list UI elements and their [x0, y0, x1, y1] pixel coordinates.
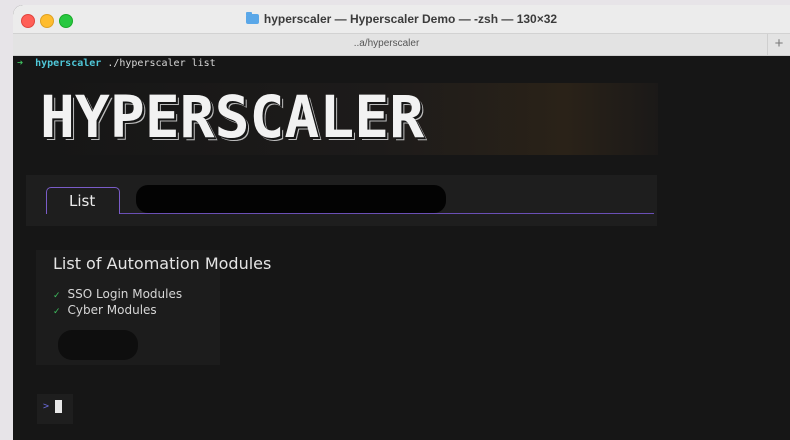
terminal-window: hyperscaler — Hyperscaler Demo — -zsh — …	[13, 5, 790, 440]
check-icon: ✓	[53, 291, 61, 301]
tab-underline	[120, 213, 654, 214]
app-tabs-panel: List	[26, 175, 657, 226]
module-label: Cyber Modules	[67, 303, 157, 317]
input-prompt: >	[43, 401, 50, 412]
module-item[interactable]: ✓ Cyber Modules	[53, 303, 157, 317]
prompt-directory: hyperscaler	[35, 58, 102, 69]
new-tab-button[interactable]: +	[767, 34, 790, 55]
ascii-banner: HYPERSCALER	[40, 83, 425, 151]
command-text: ./hyperscaler list	[101, 58, 216, 69]
module-label: SSO Login Modules	[67, 287, 183, 301]
module-item[interactable]: ✓ SSO Login Modules	[53, 287, 182, 301]
redacted-area	[58, 330, 138, 360]
terminal-content[interactable]: ➜ hyperscaler ./hyperscaler list HYPERSC…	[13, 56, 790, 440]
window-title-text: hyperscaler — Hyperscaler Demo — -zsh — …	[263, 12, 558, 26]
window-title: hyperscaler — Hyperscaler Demo — -zsh — …	[13, 12, 790, 26]
check-icon: ✓	[53, 307, 61, 317]
modules-title: List of Automation Modules	[53, 254, 272, 273]
terminal-tab-bar: ..a/hyperscaler +	[13, 34, 790, 56]
redacted-tabs	[136, 185, 446, 213]
folder-icon	[245, 12, 259, 24]
title-bar[interactable]: hyperscaler — Hyperscaler Demo — -zsh — …	[13, 5, 790, 34]
text-cursor	[55, 400, 62, 413]
tab-list[interactable]: List	[46, 187, 120, 214]
prompt-arrow-icon: ➜	[17, 58, 24, 69]
terminal-tab[interactable]: ..a/hyperscaler	[13, 38, 760, 49]
command-line: ➜ hyperscaler ./hyperscaler list	[17, 58, 216, 69]
